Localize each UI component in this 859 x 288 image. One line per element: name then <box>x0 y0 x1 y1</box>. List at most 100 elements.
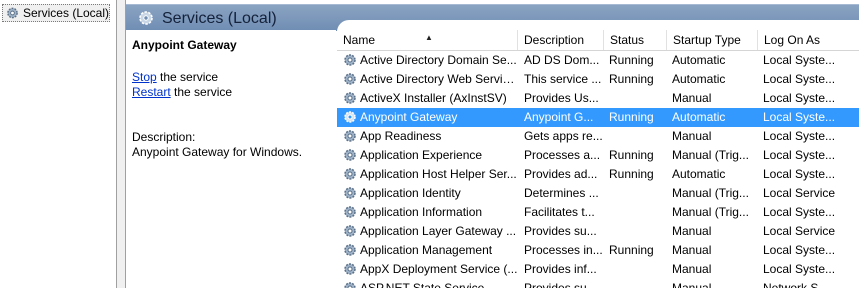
column-header-description-label: Description <box>524 33 585 47</box>
gear-icon <box>344 225 356 237</box>
restart-link[interactable]: Restart <box>132 85 171 99</box>
table-row[interactable]: App Readiness Gets apps re... Manual Loc… <box>337 127 859 146</box>
table-row[interactable]: AppX Deployment Service (... Provides in… <box>337 260 859 279</box>
service-startup-type: Automatic <box>672 167 726 181</box>
service-log-on-as: Local Syste... <box>763 205 836 219</box>
gear-icon <box>7 7 18 19</box>
sort-ascending-icon: ▲ <box>425 33 433 42</box>
service-description: Processes in... <box>524 243 603 257</box>
service-name: Anypoint Gateway <box>360 110 458 124</box>
service-description: Provides inf... <box>524 262 597 276</box>
service-startup-type: Manual (Trig... <box>672 148 749 162</box>
gear-icon <box>344 73 356 85</box>
table-row[interactable]: Application Experience Processes a... Ru… <box>337 146 859 165</box>
stop-link[interactable]: Stop <box>132 70 157 84</box>
gear-icon <box>344 168 356 180</box>
service-log-on-as: Local Service <box>763 224 836 238</box>
gear-icon <box>344 92 356 104</box>
table-row[interactable]: Application Management Processes in... R… <box>337 241 859 260</box>
service-description: Facilitates t... <box>524 205 595 219</box>
service-name: Application Experience <box>360 148 483 162</box>
service-startup-type: Manual <box>672 281 712 288</box>
service-log-on-as: Local Syste... <box>763 262 836 276</box>
service-log-on-as: Local Syste... <box>763 72 836 86</box>
column-header-startup-type[interactable]: Startup Type <box>667 30 758 50</box>
restart-text: the service <box>170 85 233 99</box>
service-status: Running <box>609 72 654 86</box>
service-description: Provides su... <box>524 224 597 238</box>
tree-item-services-local[interactable]: Services (Local) <box>2 4 110 22</box>
service-description: Provides ad... <box>524 167 598 181</box>
service-name: Application Identity <box>360 186 461 200</box>
service-log-on-as: Local Syste... <box>763 167 836 181</box>
service-description: Anypoint G... <box>524 110 594 124</box>
gear-icon <box>344 54 356 66</box>
service-status <box>609 184 671 203</box>
service-status: Running <box>609 243 654 257</box>
details-pane: Anypoint Gateway Stop the service Restar… <box>126 30 336 288</box>
service-rows: Active Directory Domain Se... AD DS Dom.… <box>337 51 859 288</box>
table-row[interactable]: Application Identity Determines ... Manu… <box>337 184 859 203</box>
column-header-logon-label: Log On As <box>764 33 821 47</box>
gear-icon <box>344 282 356 288</box>
service-startup-type: Manual <box>672 243 712 257</box>
service-name: Application Information <box>360 205 483 219</box>
table-row[interactable]: Active Directory Domain Se... AD DS Dom.… <box>337 51 859 70</box>
table-row[interactable]: ActiveX Installer (AxInstSV) Provides Us… <box>337 89 859 108</box>
table-row[interactable]: Application Information Facilitates t...… <box>337 203 859 222</box>
column-header-log-on-as[interactable]: Log On As <box>758 30 859 50</box>
service-startup-type: Automatic <box>672 53 726 67</box>
pane-divider[interactable] <box>117 0 126 288</box>
gear-icon <box>344 244 356 256</box>
gear-icon <box>344 149 356 161</box>
gear-icon <box>344 111 356 123</box>
service-status <box>609 222 671 241</box>
table-row-selected[interactable]: Anypoint Gateway Anypoint G... Running A… <box>337 108 859 127</box>
column-header-status-label: Status <box>610 33 645 47</box>
service-log-on-as: Local Syste... <box>763 91 836 105</box>
service-startup-type: Manual (Trig... <box>672 186 749 200</box>
service-description: Provides su... <box>524 281 597 288</box>
service-name: ASP.NET State Service <box>360 281 485 288</box>
service-name: Active Directory Domain Se... <box>360 53 517 67</box>
column-header-status[interactable]: Status <box>604 30 667 50</box>
service-log-on-as: Local Syste... <box>763 243 836 257</box>
service-description: This service ... <box>524 72 602 86</box>
service-description: AD DS Dom... <box>524 53 600 67</box>
service-status: Running <box>609 148 654 162</box>
service-startup-type: Manual <box>672 262 712 276</box>
service-name: AppX Deployment Service (... <box>360 262 518 276</box>
service-name: Application Management <box>360 243 493 257</box>
page-title: Services (Local) <box>162 10 277 27</box>
service-startup-type: Automatic <box>672 110 726 124</box>
service-status: Running <box>609 167 654 181</box>
gear-icon <box>344 130 356 142</box>
service-description: Processes a... <box>524 148 601 162</box>
services-list: Name ▲ Description Status Startup Type L… <box>337 20 859 288</box>
gear-icon <box>344 263 356 275</box>
table-row[interactable]: Active Directory Web Services This servi… <box>337 70 859 89</box>
gear-icon <box>344 187 356 199</box>
service-status <box>609 127 671 146</box>
service-name: Application Layer Gateway ... <box>360 224 517 238</box>
service-startup-type: Manual <box>672 224 712 238</box>
description-text: Anypoint Gateway for Windows. <box>132 145 303 159</box>
table-row[interactable]: Application Layer Gateway ... Provides s… <box>337 222 859 241</box>
tree-item-label: Services (Local) <box>22 6 109 20</box>
table-row[interactable]: Application Host Helper Ser... Provides … <box>337 165 859 184</box>
service-name: App Readiness <box>360 129 442 143</box>
main-panel: Services (Local) Anypoint Gateway Stop t… <box>126 0 859 288</box>
service-log-on-as: Network S... <box>763 281 829 288</box>
table-row[interactable]: ASP.NET State Service Provides su... Man… <box>337 279 859 288</box>
stop-text: the service <box>156 70 219 84</box>
service-log-on-as: Local Syste... <box>763 148 836 162</box>
description-label: Description: <box>132 130 196 144</box>
service-description: Gets apps re... <box>524 129 603 143</box>
service-name: ActiveX Installer (AxInstSV) <box>360 91 507 105</box>
service-startup-type: Automatic <box>672 72 726 86</box>
selected-service-name: Anypoint Gateway <box>132 38 237 52</box>
console-tree: Services (Local) <box>0 0 117 288</box>
column-header-startup-label: Startup Type <box>673 33 741 47</box>
column-header-description[interactable]: Description <box>518 30 604 50</box>
service-status <box>609 260 671 279</box>
